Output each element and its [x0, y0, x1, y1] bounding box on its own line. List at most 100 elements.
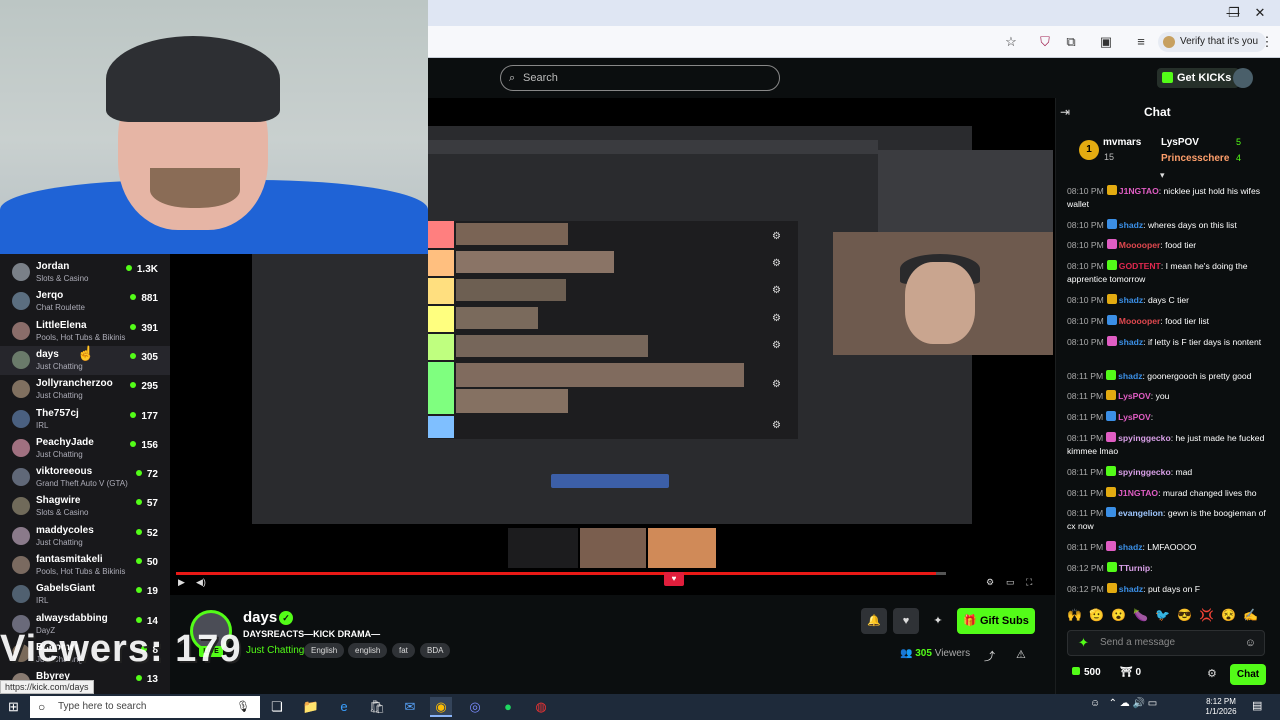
streamer-name[interactable]: days — [243, 609, 277, 626]
gift-subs-button[interactable]: 🎁 Gift Subs — [957, 608, 1035, 634]
user-avatar[interactable] — [1233, 68, 1253, 88]
send-chat-button[interactable]: Chat — [1230, 664, 1266, 685]
taskbar-clock[interactable]: 8:12 PM 1/1/2026 — [1198, 697, 1244, 717]
emote-icon[interactable]: ✍ — [1243, 608, 1258, 622]
report-icon[interactable]: ⚠ — [1016, 648, 1026, 661]
collapse-chat-icon[interactable]: ⇥ — [1060, 105, 1070, 119]
chat-username[interactable]: shadz — [1118, 542, 1142, 552]
emoji-picker-icon[interactable]: ☺ — [1245, 631, 1256, 655]
puzzle-icon[interactable]: ⧉ — [1062, 33, 1080, 51]
discord-icon[interactable]: ◎ — [464, 697, 486, 717]
cloud-icon[interactable]: ☁ — [1120, 698, 1130, 709]
spotify-icon[interactable]: ● — [497, 697, 519, 717]
stream-tag[interactable]: English — [304, 643, 345, 658]
emote-icon[interactable]: 💢 — [1199, 608, 1214, 622]
sidebar-channel-gabelsgiant[interactable]: GabelsGiant IRL 19 — [0, 580, 170, 609]
chat-username[interactable]: LysPOV — [1118, 391, 1151, 401]
sidebar-channel-jordan[interactable]: Jordan Slots & Casino 1.3K — [0, 258, 170, 287]
chat-username[interactable]: Mooooper — [1119, 240, 1161, 250]
volume-icon[interactable]: ◀) — [196, 577, 206, 588]
chat-username[interactable]: J1NGTAO — [1118, 488, 1158, 498]
pin-icon[interactable]: ▾ — [1160, 170, 1165, 181]
channel-viewers: 1.3K — [126, 264, 158, 275]
chat-username[interactable]: shadz — [1118, 371, 1142, 381]
taskbar-search-input[interactable]: ○ Type here to search 🎙 — [30, 696, 260, 718]
sidebar-icon[interactable]: ▣ — [1097, 33, 1115, 51]
chat-username[interactable]: shadz — [1119, 337, 1143, 347]
chat-username[interactable]: shadz — [1119, 584, 1143, 594]
stream-tag[interactable]: BDA — [420, 643, 451, 658]
chat-username[interactable]: spyinggecko — [1118, 467, 1171, 477]
emote-icon[interactable]: 😮 — [1111, 608, 1126, 622]
emote-icon[interactable]: 🍆 — [1133, 608, 1148, 622]
sidebar-channel-jollyrancherzoo[interactable]: Jollyrancherzoo Just Chatting 295 — [0, 375, 170, 404]
sidebar-channel-jerqo[interactable]: Jerqo Chat Roulette 881 — [0, 287, 170, 316]
leaderboard-user[interactable]: LysPOV — [1161, 137, 1199, 148]
chat-message-input[interactable]: ✦ Send a message ☺ — [1067, 630, 1265, 656]
theater-icon[interactable]: ▭ — [1006, 577, 1015, 588]
chat-username[interactable]: shadz — [1119, 220, 1143, 230]
video-thumbnail — [580, 528, 646, 568]
star-icon[interactable]: ☆ — [1002, 33, 1020, 51]
stream-tag[interactable]: english — [348, 643, 388, 658]
leaderboard-user[interactable]: Princesschere — [1161, 153, 1229, 164]
kicks-balance[interactable]: 500 — [1072, 667, 1101, 678]
chat-username[interactable]: LysPOV — [1118, 412, 1151, 422]
channel-name: PeachyJade — [36, 436, 94, 448]
emote-icon[interactable]: 🐦 — [1155, 608, 1170, 622]
emote-icon[interactable]: 😎 — [1177, 608, 1192, 622]
get-kicks-button[interactable]: Get KICKs — [1157, 68, 1240, 88]
play-icon[interactable]: ▶ — [178, 577, 185, 588]
mail-icon[interactable]: ✉ — [399, 697, 421, 717]
notification-bell-button[interactable]: 🔔 — [861, 608, 887, 634]
chrome-icon[interactable]: ◉ — [430, 697, 452, 717]
emote-icon[interactable]: 🙌 — [1067, 608, 1082, 622]
chat-username[interactable]: evangelion — [1118, 508, 1163, 518]
chat-username[interactable]: spyinggecko — [1118, 433, 1171, 443]
emote-icon[interactable]: 😵 — [1221, 608, 1236, 622]
speaker-icon[interactable]: 🔊 — [1133, 698, 1145, 709]
address-bar[interactable] — [428, 26, 1280, 58]
chevron-up-icon[interactable]: ⌃ — [1109, 698, 1117, 709]
follow-heart-button[interactable]: ♥ — [893, 608, 919, 634]
chat-settings-icon[interactable]: ⚙ — [1207, 667, 1217, 680]
rewards-count[interactable]: ⛩ 0 — [1120, 667, 1141, 678]
sidebar-channel-maddycoles[interactable]: maddycoles Just Chatting 52 — [0, 522, 170, 551]
stream-tag[interactable]: fat — [392, 643, 415, 658]
sidebar-channel-peachyjade[interactable]: PeachyJade Just Chatting 156 — [0, 434, 170, 463]
sidebar-channel-viktoreeous[interactable]: viktoreeous Grand Theft Auto V (GTA) 72 — [0, 463, 170, 492]
store-icon[interactable]: 🛍 — [366, 697, 388, 717]
network-icon[interactable]: ▭ — [1148, 698, 1157, 709]
task-view-icon[interactable]: ❏ — [266, 697, 288, 717]
file-explorer-icon[interactable]: 📁 — [300, 697, 322, 717]
people-icon[interactable]: ☺ — [1090, 698, 1100, 709]
stream-category[interactable]: Just Chatting — [246, 645, 304, 656]
edge-icon[interactable]: e — [333, 697, 355, 717]
windows-start-icon[interactable]: ⊞ — [8, 699, 24, 715]
sidebar-channel-littleelena[interactable]: LittleElena Pools, Hot Tubs & Bikinis 391 — [0, 317, 170, 346]
share-icon[interactable]: ⤴ — [984, 648, 995, 664]
settings-icon[interactable]: ⚙ — [986, 577, 994, 588]
notifications-icon[interactable]: ▤ — [1252, 699, 1262, 712]
sidebar-channel-the757cj[interactable]: The757cj IRL 177 — [0, 405, 170, 434]
close-button[interactable]: ✕ — [1252, 4, 1268, 22]
leaderboard-user[interactable]: mvmars — [1103, 137, 1141, 148]
chat-username[interactable]: GODTENT — [1119, 261, 1161, 271]
media-icon[interactable]: ≡ — [1132, 33, 1150, 51]
sidebar-channel-shagwire[interactable]: Shagwire Slots & Casino 57 — [0, 492, 170, 521]
search-input[interactable]: ⌕ Search — [500, 65, 780, 91]
microphone-icon[interactable]: 🎙 — [236, 696, 250, 718]
chat-username[interactable]: TTurnip — [1119, 563, 1150, 573]
emote-icon[interactable]: 🫡 — [1089, 608, 1104, 622]
chat-username[interactable]: Mooooper — [1119, 316, 1161, 326]
menu-icon[interactable]: ⋮ — [1258, 33, 1276, 51]
chat-username[interactable]: shadz — [1119, 295, 1143, 305]
maximize-button[interactable]: ❐ — [1226, 4, 1242, 22]
chat-username[interactable]: J1NGTAO — [1119, 186, 1159, 196]
verify-identity-button[interactable]: Verify that it's you — [1158, 32, 1267, 52]
obs-icon[interactable]: ◍ — [530, 697, 552, 717]
shield-extension-icon[interactable]: ⛉ — [1036, 33, 1054, 51]
subscribe-star-button[interactable]: ✦ — [925, 608, 951, 634]
sidebar-channel-fantasmitakeli[interactable]: fantasmitakeli Pools, Hot Tubs & Bikinis 5… — [0, 551, 170, 580]
fullscreen-icon[interactable]: ⛶ — [1026, 577, 1032, 588]
